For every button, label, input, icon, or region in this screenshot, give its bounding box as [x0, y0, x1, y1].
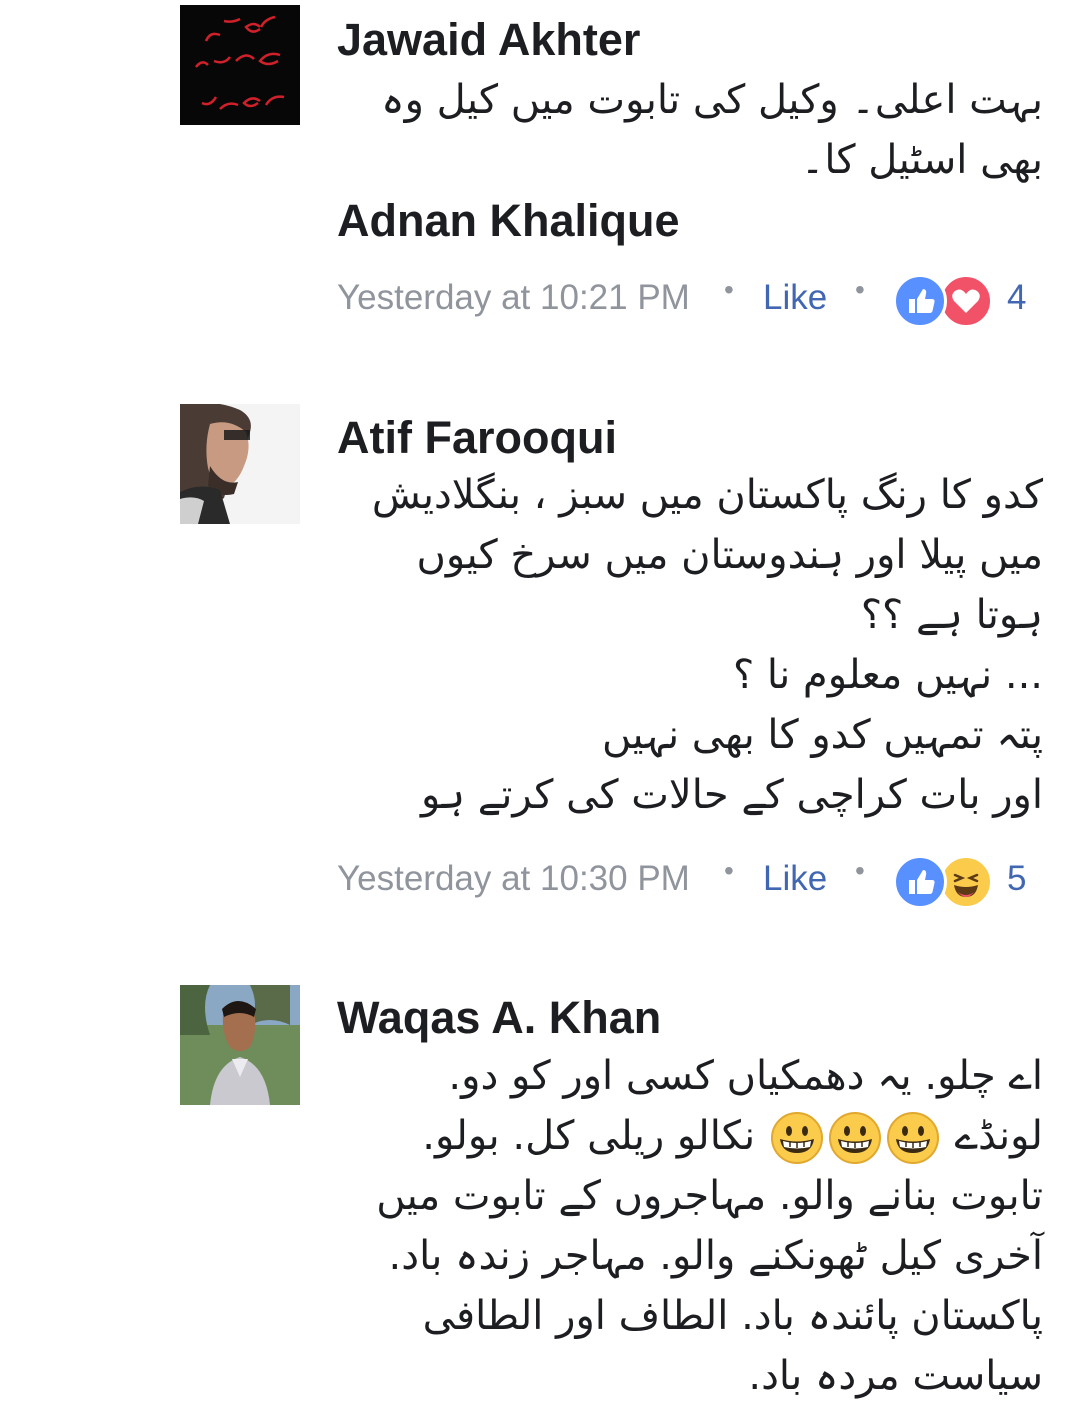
comment-text-line: لونڈے نکالو ریلی کل. بولو. — [337, 1106, 1043, 1166]
reaction-count[interactable]: 4 — [1007, 278, 1026, 318]
comment-text-line: آخری کیل ٹھونکنے والو. مہاجر زندہ باد. — [388, 1233, 1043, 1279]
comment-timestamp[interactable]: Yesterday at 10:30 PM — [337, 859, 690, 899]
comment-meta-row: Yesterday at 10:21 PM • Like • 4 — [337, 274, 1057, 328]
comment-text-line: پاکستان پائندہ باد. الطاف اور الطافی — [422, 1293, 1043, 1339]
grinning-face-icon — [886, 1111, 940, 1165]
comment-text-line: اے چلو. یہ دھمکیاں کسی اور کو دو. — [448, 1053, 1043, 1099]
love-icon — [939, 274, 993, 328]
comment-text-line: میں پیلا اور ہندوستان میں سرخ کیوں — [416, 532, 1043, 578]
comment-text-line: بہت اعلی۔ وکیل کی تابوت میں کیل وہ — [381, 77, 1043, 123]
comment-author-name[interactable]: Atif Farooqui — [337, 410, 617, 466]
comment-body: کدو کا رنگ پاکستان میں سبز ، بنگلادیش می… — [337, 465, 1043, 825]
mentioned-user-link[interactable]: Adnan Khalique — [337, 193, 680, 249]
avatar-atif-farooqui[interactable] — [180, 404, 300, 524]
comment-text-segment: نکالو ریلی کل. بولو. — [422, 1113, 756, 1159]
comment-text-line: سیاست مردہ باد. — [748, 1353, 1043, 1399]
comment-text-line: کدو کا رنگ پاکستان میں سبز ، بنگلادیش — [371, 472, 1043, 518]
comment-text-line: اور بات کراچی کے حالات کی کرتے ہو — [420, 772, 1043, 818]
comment-meta-row: Yesterday at 10:30 PM • Like • 5 — [337, 855, 1057, 909]
comment-text-line: بھی اسٹیل کا۔ — [800, 137, 1043, 183]
comment-text-line: پتہ تمہیں کدو کا بھی نہیں — [601, 712, 1043, 758]
profile-photo-image — [180, 985, 300, 1105]
comment-text-line: تابوت بنانے والو. مہاجروں کے تابوت میں — [376, 1173, 1043, 1219]
like-button[interactable]: Like — [763, 859, 827, 899]
comment-timestamp[interactable]: Yesterday at 10:21 PM — [337, 278, 690, 318]
comment-body: اے چلو. یہ دھمکیاں کسی اور کو دو. لونڈے … — [337, 1046, 1043, 1406]
reactions-summary[interactable] — [893, 274, 993, 328]
comment-text-line: ہوتا ہے ؟؟ — [860, 592, 1043, 638]
separator-dot: • — [724, 855, 734, 886]
avatar-jawaid-akhter[interactable] — [180, 5, 300, 125]
haha-icon — [939, 855, 993, 909]
like-button[interactable]: Like — [763, 278, 827, 318]
like-icon — [893, 274, 947, 328]
like-icon — [893, 855, 947, 909]
comment-author-name[interactable]: Waqas A. Khan — [337, 990, 661, 1046]
comment-body: بہت اعلی۔ وکیل کی تابوت میں کیل وہ بھی ا… — [337, 70, 1043, 190]
handwriting-avatar-image — [180, 5, 300, 125]
grinning-face-icon — [828, 1111, 882, 1165]
comment-text-segment: لونڈے — [954, 1113, 1043, 1159]
separator-dot: • — [855, 274, 865, 305]
reaction-count[interactable]: 5 — [1007, 859, 1026, 899]
separator-dot: • — [855, 855, 865, 886]
profile-photo-image — [180, 404, 300, 524]
separator-dot: • — [724, 274, 734, 305]
comment-text-line: ... نہیں معلوم نا ؟ — [732, 652, 1043, 698]
grinning-face-icon — [770, 1111, 824, 1165]
avatar-waqas-khan[interactable] — [180, 985, 300, 1105]
comment-author-name[interactable]: Jawaid Akhter — [337, 12, 640, 68]
reactions-summary[interactable] — [893, 855, 993, 909]
